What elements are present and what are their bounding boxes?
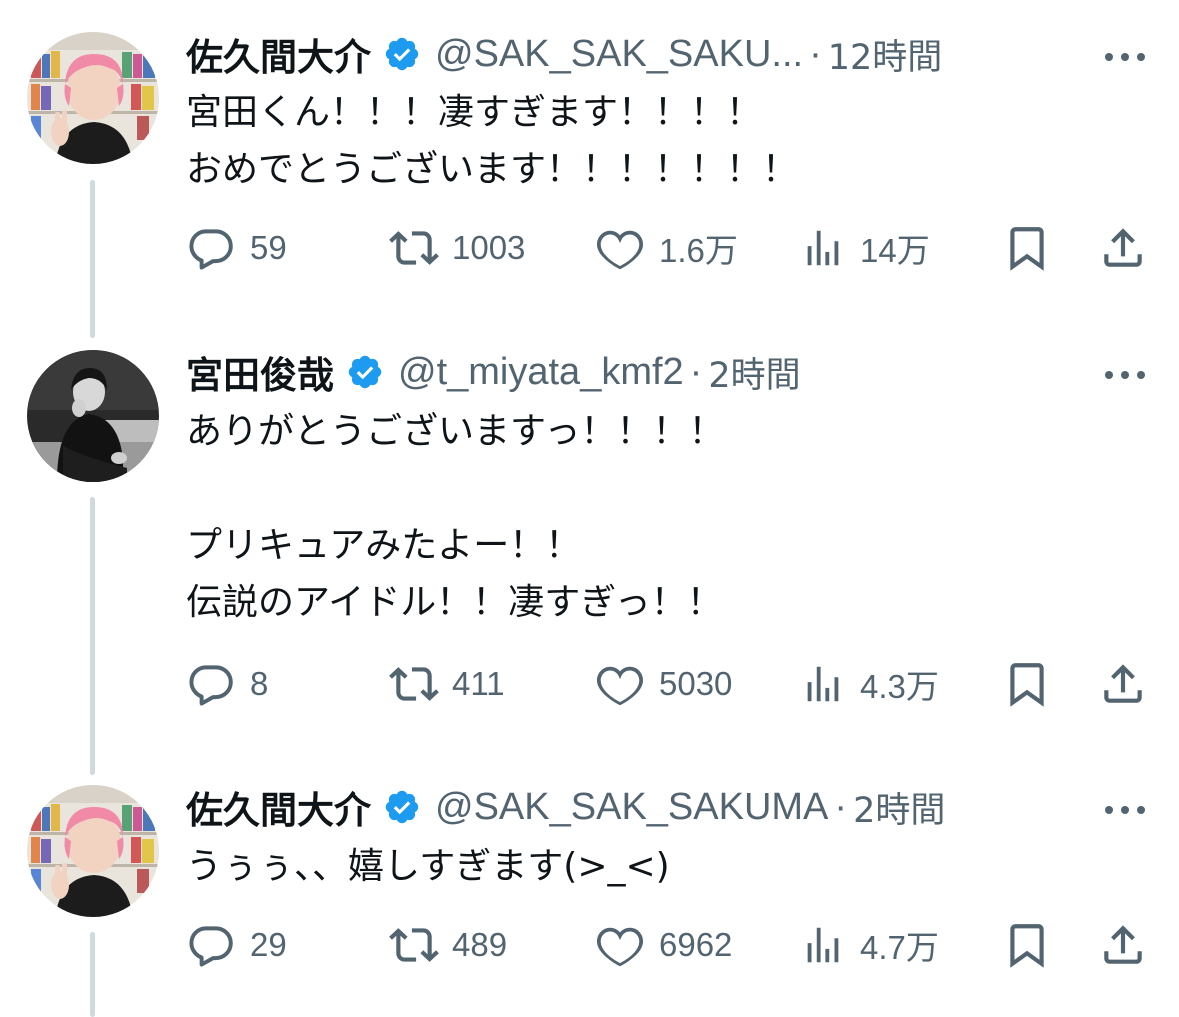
- tweet-text: 宮田くん！！！凄すぎます！！！！ おめでとうございます！！！！！！！: [186, 84, 798, 198]
- tweet-text-line: うぅぅ、、嬉しすぎます(>_<): [186, 846, 670, 887]
- like-button[interactable]: 1.6万: [595, 220, 738, 276]
- retweet-icon: [388, 223, 440, 273]
- avatar-image: [27, 350, 159, 482]
- retweet-count: 411: [452, 665, 505, 702]
- share-icon: [1098, 919, 1148, 971]
- tweet-text-line: おめでとうございます！！！！！！！: [186, 149, 799, 190]
- tweet-header: 宮田俊哉 @t_miyata_kmf2 · 2時間: [186, 345, 801, 399]
- retweet-button[interactable]: 1003: [388, 220, 525, 276]
- retweet-count: 489: [452, 926, 508, 963]
- action-bar: 8 411 5030 4.3万: [0, 656, 1179, 712]
- reply-button[interactable]: 29: [186, 917, 287, 973]
- reply-icon: [186, 223, 236, 273]
- handle[interactable]: @t_miyata_kmf2: [398, 351, 684, 394]
- like-count: 1.6万: [659, 232, 738, 269]
- bookmark-button[interactable]: [1002, 656, 1052, 712]
- tweet-header: 佐久間大介 @SAK_SAK_SAKU... · 12時間: [186, 27, 943, 81]
- share-icon: [1098, 658, 1148, 710]
- verified-badge-icon: [383, 35, 421, 73]
- bookmark-button[interactable]: [1002, 917, 1052, 973]
- retweet-icon: [388, 659, 440, 709]
- avatar[interactable]: [27, 785, 159, 917]
- like-count: 6962: [659, 926, 733, 963]
- tweet-text-line: 伝説のアイドル！！凄すぎっ！！: [186, 582, 723, 623]
- reply-count: 59: [250, 229, 287, 266]
- bookmark-icon: [1002, 658, 1052, 710]
- display-name[interactable]: 佐久間大介: [186, 27, 371, 81]
- timestamp[interactable]: 2時間: [853, 782, 945, 833]
- reply-button[interactable]: 59: [186, 220, 287, 276]
- retweet-button[interactable]: 411: [388, 656, 505, 712]
- bookmark-button[interactable]: [1002, 220, 1052, 276]
- heart-icon: [595, 659, 645, 709]
- heart-icon: [595, 920, 645, 970]
- separator: ·: [809, 32, 822, 75]
- avatar-image: [27, 785, 159, 917]
- like-button[interactable]: 6962: [595, 917, 732, 973]
- verified-badge-icon: [383, 788, 421, 826]
- verified-badge-icon: [346, 353, 384, 391]
- share-button[interactable]: [1098, 656, 1148, 712]
- like-button[interactable]: 5030: [595, 656, 732, 712]
- views-button[interactable]: 4.7万: [800, 917, 939, 973]
- avatar[interactable]: [27, 350, 159, 482]
- view-count: 4.3万: [860, 668, 939, 705]
- action-bar: 29 489 6962 4.7万: [0, 917, 1179, 973]
- retweet-button[interactable]: 489: [388, 917, 507, 973]
- reply-count: 8: [250, 665, 269, 702]
- share-icon: [1098, 222, 1148, 274]
- thread-line: [90, 497, 95, 775]
- more-icon[interactable]: [1103, 48, 1147, 61]
- action-bar: 59 1003 1.6万 14万: [0, 220, 1179, 276]
- tweet-text: ありがとうございますっ！！！！ プリキュアみたよー！！ 伝説のアイドル！！凄すぎ…: [186, 403, 725, 631]
- more-icon[interactable]: [1103, 801, 1147, 814]
- bookmark-icon: [1002, 919, 1052, 971]
- reply-icon: [186, 920, 236, 970]
- heart-icon: [595, 223, 645, 273]
- share-button[interactable]: [1098, 220, 1148, 276]
- tweet-text-line: プリキュアみたよー！！: [186, 525, 582, 566]
- views-button[interactable]: 4.3万: [800, 656, 939, 712]
- tweet-text-line: [186, 460, 725, 517]
- retweet-icon: [388, 920, 440, 970]
- separator: ·: [689, 350, 703, 393]
- tweet-text: うぅぅ、、嬉しすぎます(>_<): [186, 838, 670, 895]
- views-button[interactable]: 14万: [800, 220, 930, 276]
- handle[interactable]: @SAK_SAK_SAKUMA: [435, 786, 828, 829]
- reply-count: 29: [250, 926, 287, 963]
- views-icon: [800, 920, 846, 970]
- bookmark-icon: [1002, 222, 1052, 274]
- handle[interactable]: @SAK_SAK_SAKU...: [435, 33, 803, 76]
- share-button[interactable]: [1098, 917, 1148, 973]
- timestamp[interactable]: 12時間: [828, 29, 943, 80]
- reply-button[interactable]: 8: [186, 656, 268, 712]
- view-count: 14万: [860, 232, 930, 269]
- views-icon: [800, 659, 846, 709]
- separator: ·: [834, 785, 848, 828]
- like-count: 5030: [659, 665, 733, 702]
- more-icon[interactable]: [1103, 366, 1147, 379]
- retweet-count: 1003: [452, 229, 526, 266]
- display-name[interactable]: 宮田俊哉: [186, 345, 334, 399]
- avatar-image: [27, 32, 159, 164]
- reply-icon: [186, 659, 236, 709]
- tweet-text-line: 宮田くん！！！凄すぎます！！！！: [186, 92, 763, 133]
- timestamp[interactable]: 2時間: [708, 347, 800, 398]
- avatar[interactable]: [27, 32, 159, 164]
- tweet-text-line: ありがとうございますっ！！！！: [186, 411, 725, 452]
- view-count: 4.7万: [860, 929, 939, 966]
- tweet-header: 佐久間大介 @SAK_SAK_SAKUMA · 2時間: [186, 780, 945, 834]
- display-name[interactable]: 佐久間大介: [186, 780, 371, 834]
- views-icon: [800, 223, 846, 273]
